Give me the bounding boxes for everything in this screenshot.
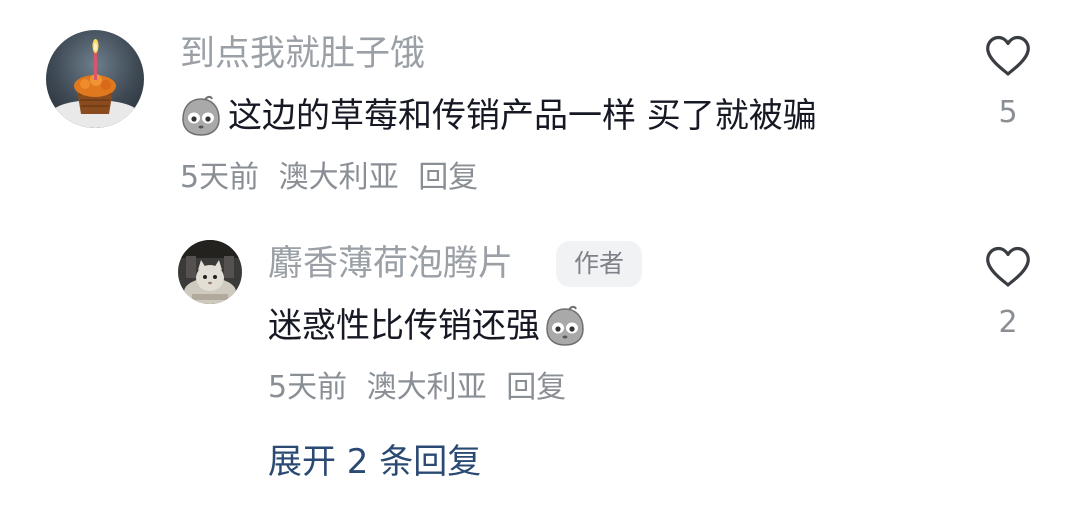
comment-text-body: 迷惑性比传销还强: [268, 306, 540, 346]
avatar[interactable]: [178, 240, 242, 304]
like-count: 2: [998, 305, 1018, 340]
comment-text: 这边的草莓和传销产品一样 买了就被骗: [178, 92, 817, 140]
comment-meta: 5天前 澳大利亚 回复: [268, 368, 566, 408]
like-count: 5: [998, 95, 1018, 130]
pale-face-emoji-icon: [542, 303, 588, 349]
reply-button[interactable]: 回复: [506, 370, 566, 405]
comment-text: 迷惑性比传销还强: [268, 302, 588, 350]
comment-username[interactable]: 麝香薄荷泡腾片: [268, 242, 513, 286]
author-badge: 作者: [556, 241, 643, 287]
comment-location: 澳大利亚: [366, 370, 487, 405]
avatar[interactable]: [46, 30, 144, 128]
comment-location: 澳大利亚: [278, 160, 399, 195]
comment-meta: 5天前 澳大利亚 回复: [180, 158, 478, 198]
comment-time: 5天前: [180, 160, 260, 195]
comment-time: 5天前: [268, 370, 348, 405]
cupcake-avatar-image: [46, 30, 144, 128]
reply-button[interactable]: 回复: [418, 160, 478, 195]
pale-face-emoji-icon: [178, 93, 224, 139]
comment-text-body: 这边的草莓和传销产品一样 买了就被骗: [228, 96, 817, 136]
cat-photo-avatar-image: [178, 240, 242, 304]
comment-username[interactable]: 到点我就肚子饿: [180, 32, 425, 76]
expand-replies-button[interactable]: 展开 2 条回复: [268, 438, 481, 486]
heart-outline-icon[interactable]: [984, 245, 1032, 289]
heart-outline-icon[interactable]: [984, 34, 1032, 78]
